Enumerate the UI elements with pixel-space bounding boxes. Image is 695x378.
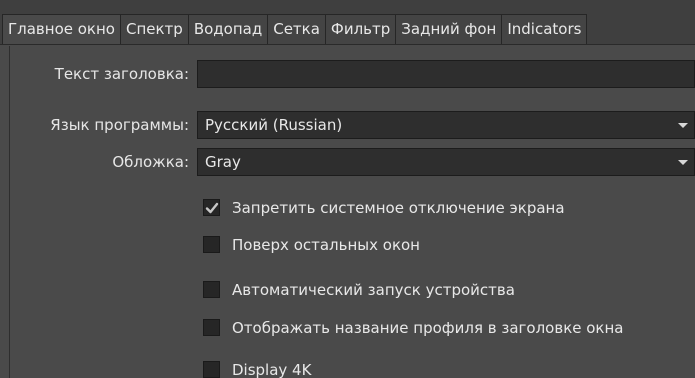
- tab-spectrum[interactable]: Спектр: [119, 14, 189, 44]
- language-select[interactable]: Русский (Russian): [197, 111, 695, 139]
- checkbox-box[interactable]: [203, 236, 220, 253]
- tabs: Главное окно Спектр Водопад Сетка Фильтр…: [2, 14, 588, 44]
- chevron-down-icon: [678, 123, 688, 128]
- language-value: Русский (Russian): [205, 116, 343, 134]
- always-on-top-label: Поверх остальных окон: [232, 236, 420, 254]
- skin-label: Обложка:: [112, 153, 189, 171]
- checkmark-icon: [205, 202, 219, 214]
- language-label: Язык программы:: [50, 116, 189, 134]
- settings-window: Главное окно Спектр Водопад Сетка Фильтр…: [0, 0, 695, 378]
- prevent-screen-off-label: Запретить системное отключение экрана: [232, 199, 565, 217]
- checkbox-box[interactable]: [203, 281, 220, 298]
- tab-waterfall[interactable]: Водопад: [187, 14, 269, 44]
- checkbox-box[interactable]: [203, 319, 220, 336]
- skin-select[interactable]: Gray: [197, 148, 695, 176]
- title-text-input[interactable]: [197, 60, 695, 88]
- tab-main-window[interactable]: Главное окно: [2, 14, 121, 44]
- tab-divider: [0, 44, 695, 45]
- title-text-row: Текст заголовка:: [0, 60, 695, 88]
- skin-row: Обложка: Gray: [0, 148, 695, 176]
- chevron-down-icon: [678, 160, 688, 165]
- title-text-label: Текст заголовка:: [54, 65, 189, 83]
- language-row: Язык программы: Русский (Russian): [0, 111, 695, 139]
- auto-start-device-label: Автоматический запуск устройства: [232, 281, 515, 299]
- tab-grid[interactable]: Сетка: [267, 14, 326, 44]
- display-4k-label: Display 4K: [232, 361, 312, 378]
- show-profile-name-label: Отображать название профиля в заголовке …: [232, 319, 624, 337]
- tab-indicators[interactable]: Indicators: [501, 14, 588, 44]
- checkbox-box[interactable]: [203, 199, 220, 216]
- tab-background[interactable]: Задний фон: [395, 14, 503, 44]
- skin-value: Gray: [205, 153, 241, 171]
- tab-filter[interactable]: Фильтр: [324, 14, 397, 44]
- checkbox-box[interactable]: [203, 361, 220, 378]
- tab-bar: Главное окно Спектр Водопад Сетка Фильтр…: [0, 0, 695, 44]
